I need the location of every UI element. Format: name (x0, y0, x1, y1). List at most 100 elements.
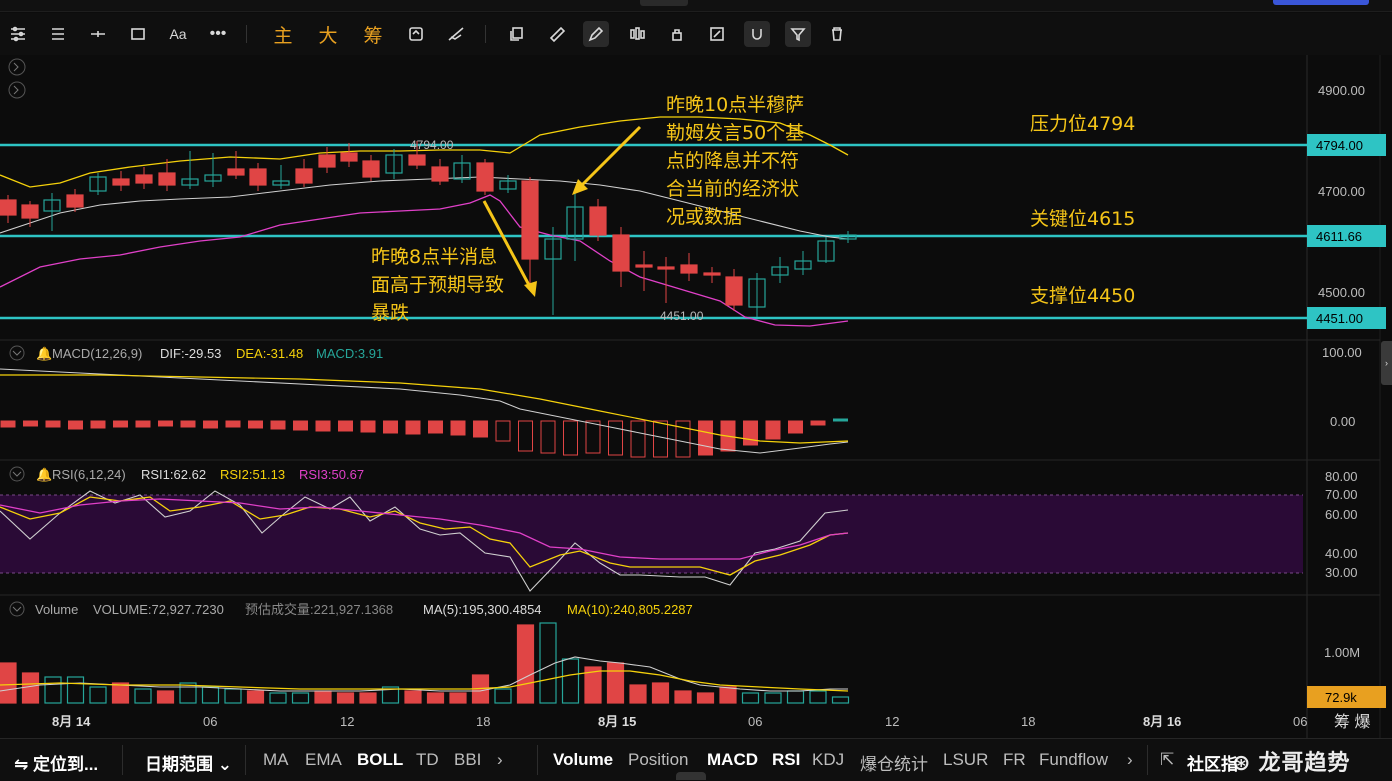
time-label-06b: 06 (748, 714, 762, 729)
text-tool-icon[interactable]: Aa (165, 21, 191, 47)
side-panel-toggle-icon[interactable]: › (1381, 341, 1392, 385)
volume-bar (201, 686, 220, 704)
macd-histogram-bar (810, 420, 826, 426)
volume-bar (786, 690, 805, 704)
macd-histogram-bar (788, 420, 803, 434)
bell-icon[interactable]: 🔔 (36, 467, 52, 482)
rsi-tick-30: 30.00 (1325, 565, 1358, 580)
date-range-dropdown[interactable]: 日期范围 ⌄ (145, 750, 232, 775)
macd-histogram-bar (630, 420, 646, 458)
volume-bar (89, 686, 107, 704)
indicator-macd[interactable]: MACD (707, 750, 758, 770)
time-label-12: 12 (340, 714, 354, 729)
more-icon[interactable]: ••• (205, 21, 231, 47)
volume-bar (539, 622, 557, 704)
magnet-icon[interactable] (744, 21, 770, 47)
price-tick-4700: 4700.00 (1318, 184, 1365, 199)
chips-blast-toggle[interactable]: 筹 爆 (1334, 712, 1370, 731)
menu-lines-icon[interactable] (45, 21, 71, 47)
macd-value: MACD:3.91 (316, 346, 383, 361)
indicator-boll[interactable]: BOLL (357, 750, 403, 770)
rsi-tick-40: 40.00 (1325, 546, 1358, 561)
low-price-label: 4451.00 (660, 309, 704, 323)
note-upper-line-2: 勒姆发言50个基 (666, 122, 804, 144)
indicator-td[interactable]: TD (416, 750, 439, 770)
macd-histogram-bar (765, 420, 781, 440)
macd-histogram-bar (743, 420, 758, 446)
indicator-fundflow[interactable]: Fundflow (1039, 750, 1108, 770)
horizontal-line-icon[interactable] (85, 21, 111, 47)
volume-bar (246, 690, 265, 704)
macd-histogram-bar (0, 420, 16, 428)
large-order-button[interactable]: 大 (313, 21, 343, 47)
indicator-liquidation[interactable]: 爆仓统计 (860, 750, 928, 775)
candles-icon[interactable] (624, 21, 650, 47)
chips-button[interactable]: 筹 (358, 21, 388, 47)
volume-bar (269, 692, 287, 704)
tab-handle[interactable] (640, 0, 688, 6)
expand-icon[interactable] (8, 58, 26, 76)
rsi-name: RSI(6,12,24) (52, 467, 126, 482)
note-lower-line-2: 面高于预期导致 (371, 274, 504, 296)
locate-button[interactable]: ⇋ 定位到... (14, 750, 98, 775)
time-label-aug14: 8月 14 (52, 714, 91, 729)
edit-note-icon[interactable] (704, 21, 730, 47)
candle-body (703, 272, 721, 276)
pen-tool-icon[interactable] (583, 21, 609, 47)
arrow-upper (578, 125, 642, 189)
macd-histogram-bar (90, 420, 106, 429)
volume-ma10: MA(10):240,805.2287 (567, 602, 693, 617)
rsi-tick-60: 60.00 (1325, 507, 1358, 522)
indicator-rsi[interactable]: RSI (772, 750, 800, 770)
indicator-lsur[interactable]: LSUR (943, 750, 988, 770)
volume-bar (134, 688, 152, 704)
macd-histogram-bar (833, 418, 848, 422)
rsi-3: RSI3:50.67 (299, 467, 364, 482)
indicator-bbi[interactable]: BBI (454, 750, 481, 770)
indicator-kdj[interactable]: KDJ (812, 750, 844, 770)
community-icon[interactable]: ⇱ (1160, 750, 1174, 770)
bar-divider (245, 745, 246, 775)
expand-icon[interactable] (8, 81, 26, 99)
candle-body (635, 264, 653, 268)
volume-bar (674, 690, 692, 704)
collapse-macd-icon[interactable] (9, 345, 25, 361)
indicator-fr[interactable]: FR (1003, 750, 1026, 770)
indicator-settings-icon[interactable] (5, 21, 31, 47)
bar-divider (537, 745, 538, 775)
macd-histogram-bar (203, 420, 218, 429)
indicator-volume[interactable]: Volume (553, 750, 613, 770)
lock-icon[interactable] (664, 21, 690, 47)
copy-icon[interactable] (504, 21, 530, 47)
ruler-icon[interactable] (544, 21, 570, 47)
collapse-rsi-icon[interactable] (9, 466, 25, 482)
trash-icon[interactable] (824, 21, 850, 47)
volume-ma5-line (0, 656, 848, 692)
candle-body (295, 168, 313, 184)
volume-bar (336, 692, 355, 704)
macd-histogram-bar (23, 420, 38, 427)
chevron-right-icon[interactable]: › (497, 750, 503, 770)
bell-icon[interactable]: 🔔 (36, 346, 52, 361)
chevron-right-icon[interactable]: › (1127, 750, 1133, 770)
chart-area[interactable]: 4794.00 4451.00 昨晚10点半穆萨 勒姆发言50个基 点的降息并不… (0, 55, 1392, 738)
volume-bar (21, 672, 40, 704)
volume-bar (651, 682, 670, 704)
indicator-bar: ⇋ 定位到... 日期范围 ⌄ MA EMA BOLL TD BBI › Vol… (0, 738, 1392, 781)
indicator-ema[interactable]: EMA (305, 750, 342, 770)
indicator-ma[interactable]: MA (263, 750, 289, 770)
indicator-position[interactable]: Position (628, 750, 688, 770)
main-chart-button[interactable]: 主 (268, 21, 298, 47)
replay-icon[interactable] (403, 21, 429, 47)
rectangle-icon[interactable] (125, 21, 151, 47)
candle-body (725, 276, 743, 306)
bar-divider (122, 745, 123, 775)
high-price-label: 4794.00 (410, 138, 454, 152)
community-indicators-link[interactable]: 社区指 (1187, 750, 1238, 775)
primary-action-button[interactable] (1273, 0, 1369, 5)
collapse-volume-icon[interactable] (9, 601, 25, 617)
panel-resize-handle[interactable] (676, 772, 706, 780)
volume-bar (696, 692, 715, 704)
trend-tool-icon[interactable] (443, 21, 469, 47)
filter-icon[interactable] (785, 21, 811, 47)
